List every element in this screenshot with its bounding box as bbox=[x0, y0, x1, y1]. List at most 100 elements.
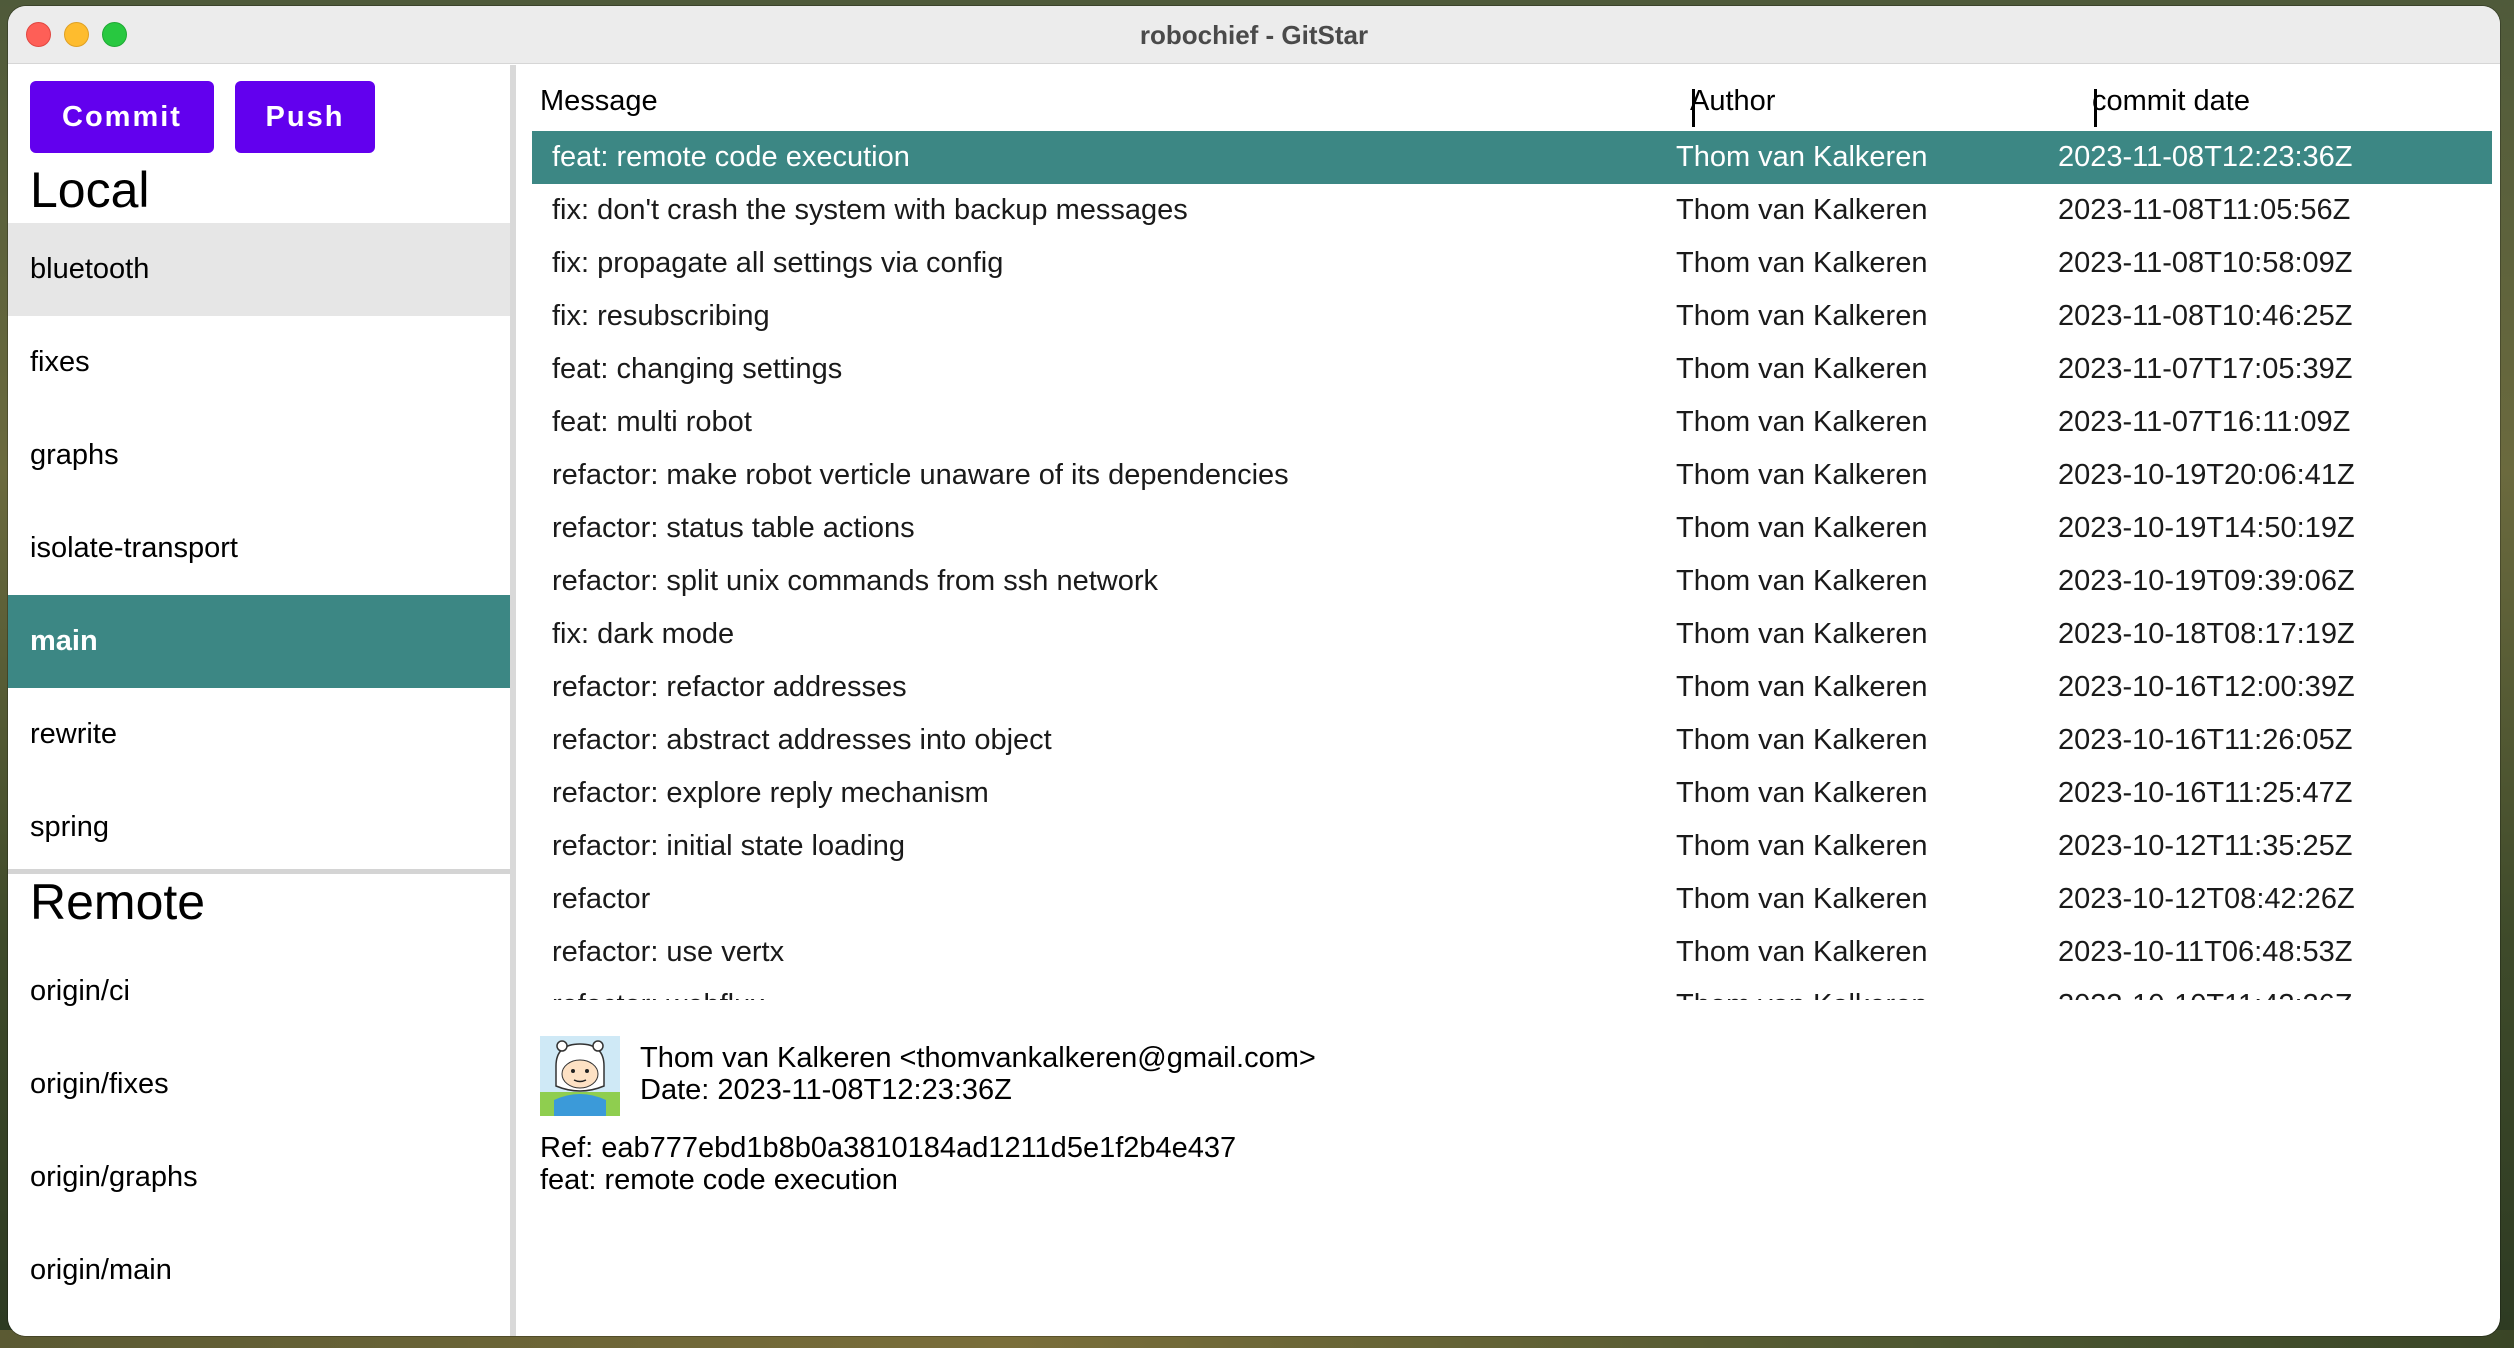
commit-author-cell: Thom van Kalkeren bbox=[1676, 300, 1928, 332]
local-branch-item[interactable]: graphs bbox=[8, 409, 510, 502]
commit-message-cell: refactor: abstract addresses into object bbox=[552, 724, 1052, 756]
commit-message-cell: refactor: status table actions bbox=[552, 512, 915, 544]
commit-message-cell: refactor: initial state loading bbox=[552, 830, 906, 862]
commit-date-cell: 2023-10-11T06:48:53Z bbox=[2058, 936, 2353, 968]
commit-row[interactable]: refactor: abstract addresses into object… bbox=[532, 714, 2492, 767]
commit-date-cell: 2023-10-16T11:25:47Z bbox=[2058, 777, 2353, 809]
commit-row[interactable]: fix: propagate all settings via config Th… bbox=[532, 237, 2492, 290]
commit-message-cell: refactor: use vertx bbox=[552, 936, 785, 968]
app-window: robochief - GitStar Commit Push Local bl… bbox=[8, 6, 2500, 1336]
remote-branch-item[interactable]: origin/fixes bbox=[8, 1038, 510, 1131]
commit-message-cell: fix: propagate all settings via config bbox=[552, 247, 1004, 279]
commit-author-cell: Thom van Kalkeren bbox=[1676, 353, 1928, 385]
commit-author-cell: Thom van Kalkeren bbox=[1676, 459, 1928, 491]
commit-row[interactable]: refactor: status table actions Thom van K… bbox=[532, 502, 2492, 555]
column-header-message[interactable]: Message bbox=[540, 85, 658, 118]
commit-message-cell: refactor bbox=[552, 883, 651, 915]
commit-rows: feat: remote code execution Thom van Kalk… bbox=[532, 131, 2492, 1000]
commit-date-cell: 2023-11-08T11:05:56Z bbox=[2058, 194, 2351, 226]
commit-row[interactable]: feat: multi robot Thom van Kalkeren 2023-1… bbox=[532, 396, 2492, 449]
commit-date-cell: 2023-10-12T11:35:25Z bbox=[2058, 830, 2353, 862]
commit-row[interactable]: refactor: webfluxThom van Kalkeren2023-1… bbox=[532, 979, 2492, 1000]
commit-date-cell: 2023-11-08T10:46:25Z bbox=[2058, 300, 2353, 332]
commit-author-cell: Thom van Kalkeren bbox=[1676, 830, 1928, 862]
commit-message-cell: fix: resubscribing bbox=[552, 300, 770, 332]
local-branch-item[interactable]: fixes bbox=[8, 316, 510, 409]
detail-date: Date: 2023-11-08T12:23:36Z bbox=[640, 1074, 1012, 1106]
commit-message-cell: refactor: webflux bbox=[532, 989, 1676, 1000]
commit-table-header: Message Author commit date bbox=[532, 65, 2492, 131]
local-branch-item[interactable]: isolate-transport bbox=[8, 502, 510, 595]
commit-author-cell: Thom van Kalkeren bbox=[1676, 777, 1928, 809]
local-section-title: Local bbox=[30, 162, 150, 218]
commit-date-cell: 2023-10-18T08:17:19Z bbox=[2058, 618, 2355, 650]
local-branch-item[interactable]: rewrite bbox=[8, 688, 510, 781]
column-header-author[interactable]: Author bbox=[1690, 85, 1775, 118]
remote-branch-item[interactable]: origin/main bbox=[8, 1224, 510, 1317]
commit-date-cell: 2023-10-16T12:00:39Z bbox=[2058, 671, 2355, 703]
commit-author-cell: Thom van Kalkeren bbox=[1676, 936, 1928, 968]
commit-row[interactable]: refactor: initial state loading Thom van … bbox=[532, 820, 2492, 873]
commit-row[interactable]: refactor: split unix commands from ssh n… bbox=[532, 555, 2492, 608]
commit-author-cell: Thom van Kalkeren bbox=[1676, 141, 1928, 173]
commit-row[interactable]: refactor Thom van Kalkeren 2023-10-12T08:4… bbox=[532, 873, 2492, 926]
detail-author: Thom van Kalkeren <thomvankalkeren@gmail… bbox=[640, 1042, 1316, 1074]
commit-message-cell: refactor: make robot verticle unaware of… bbox=[552, 459, 1289, 491]
commit-date-cell: 2023-11-07T16:11:09Z bbox=[2058, 406, 2351, 438]
remote-branch-list: origin/ci origin/fixes origin/graphs origin… bbox=[8, 945, 510, 1317]
sidebar-resize-handle[interactable] bbox=[510, 65, 516, 1336]
commit-author-cell: Thom van Kalkeren bbox=[1676, 724, 1928, 756]
remote-branch-item[interactable]: origin/graphs bbox=[8, 1131, 510, 1224]
commit-row[interactable]: refactor: explore reply mechanism Thom va… bbox=[532, 767, 2492, 820]
branch-sidebar: Commit Push Local bluetooth fixes graphs is… bbox=[8, 65, 510, 1336]
commit-row[interactable]: feat: changing settings Thom van Kalkeren… bbox=[532, 343, 2492, 396]
commit-message-cell: refactor: explore reply mechanism bbox=[552, 777, 989, 809]
commit-message-cell: feat: multi robot bbox=[552, 406, 752, 438]
commit-author-cell: Thom van Kalkeren bbox=[1676, 512, 1928, 544]
commit-message-cell: fix: dark mode bbox=[552, 618, 735, 650]
commit-date-cell: 2023-11-07T17:05:39Z bbox=[2058, 353, 2353, 385]
commit-row[interactable]: fix: don't crash the system with backup … bbox=[532, 184, 2492, 237]
commit-date-cell: 2023-10-19T14:50:19Z bbox=[2058, 512, 2355, 544]
commit-table: Message Author commit date feat: remote … bbox=[532, 65, 2492, 1000]
remote-branch-item[interactable]: origin/ci bbox=[8, 945, 510, 1038]
commit-row[interactable]: fix: resubscribing Thom van Kalkeren 2023-… bbox=[532, 290, 2492, 343]
commit-row[interactable]: refactor: make robot verticle unaware of… bbox=[532, 449, 2492, 502]
commit-row[interactable]: refactor: refactor addresses Thom van Kal… bbox=[532, 661, 2492, 714]
commit-row[interactable]: fix: dark mode Thom van Kalkeren 2023-10-1… bbox=[532, 608, 2492, 661]
commit-message-cell: refactor: split unix commands from ssh n… bbox=[552, 565, 1158, 597]
commit-date-cell: 2023-10-10T11:42:26Z bbox=[2058, 989, 2478, 1000]
commit-message-cell: feat: changing settings bbox=[552, 353, 843, 385]
local-branch-item[interactable]: spring bbox=[8, 781, 510, 874]
commit-author-cell: Thom van Kalkeren bbox=[1676, 989, 2058, 1000]
commit-author-cell: Thom van Kalkeren bbox=[1676, 565, 1928, 597]
commit-author-cell: Thom van Kalkeren bbox=[1676, 883, 1928, 915]
commit-date-cell: 2023-10-19T20:06:41Z bbox=[2058, 459, 2355, 491]
commit-date-cell: 2023-11-08T12:23:36Z bbox=[2058, 141, 2353, 173]
commit-date-cell: 2023-11-08T10:58:09Z bbox=[2058, 247, 2353, 279]
commit-row[interactable]: refactor: use vertx Thom van Kalkeren 2023… bbox=[532, 926, 2492, 979]
title-bar: robochief - GitStar bbox=[8, 6, 2500, 64]
commit-author-cell: Thom van Kalkeren bbox=[1676, 194, 1928, 226]
commit-details: Thom van Kalkeren <thomvankalkeren@gmail… bbox=[532, 1036, 2492, 1326]
detail-ref: Ref: eab777ebd1b8b0a3810184ad1211d5e1f2b… bbox=[540, 1132, 1237, 1164]
detail-message: feat: remote code execution bbox=[540, 1164, 898, 1196]
commit-message-cell: feat: remote code execution bbox=[552, 141, 910, 173]
window-title: robochief - GitStar bbox=[1139, 20, 1369, 50]
column-header-date[interactable]: commit date bbox=[2092, 85, 2250, 118]
commit-author-cell: Thom van Kalkeren bbox=[1676, 618, 1928, 650]
commit-date-cell: 2023-10-19T09:39:06Z bbox=[2058, 565, 2355, 597]
commit-message-cell: fix: don't crash the system with backup … bbox=[552, 194, 1188, 226]
local-branch-list: bluetooth fixes graphs isolate-transport mai… bbox=[8, 223, 510, 874]
commit-author-cell: Thom van Kalkeren bbox=[1676, 247, 1928, 279]
local-branch-item[interactable]: main bbox=[8, 595, 510, 688]
local-branch-item[interactable]: bluetooth bbox=[8, 223, 510, 316]
commit-message-cell: refactor: refactor addresses bbox=[552, 671, 907, 703]
commit-author-cell: Thom van Kalkeren bbox=[1676, 671, 1928, 703]
commit-button[interactable]: Commit bbox=[30, 81, 214, 153]
commit-row[interactable]: feat: remote code execution Thom van Kalk… bbox=[532, 131, 2492, 184]
push-button[interactable]: Push bbox=[235, 81, 375, 153]
commit-author-cell: Thom van Kalkeren bbox=[1676, 406, 1928, 438]
commit-date-cell: 2023-10-12T08:42:26Z bbox=[2058, 883, 2355, 915]
author-avatar bbox=[540, 1036, 620, 1116]
